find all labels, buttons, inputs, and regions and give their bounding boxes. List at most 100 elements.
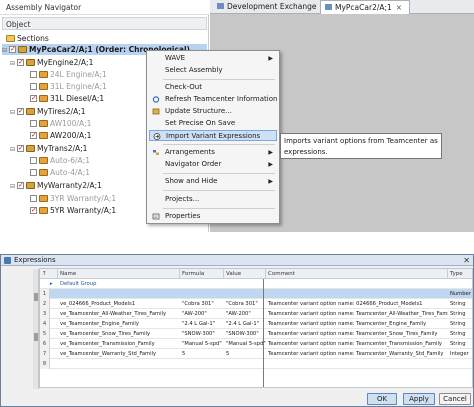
value-column-header[interactable]: Value [224, 269, 266, 279]
load-checkbox[interactable] [30, 130, 37, 141]
type-cell[interactable]: String [448, 319, 472, 329]
table-row[interactable]: 5 ve_Teamcenter_Snow_Tires_Family "SNOW-… [40, 329, 472, 339]
load-checkbox[interactable] [30, 71, 37, 78]
load-checkbox[interactable] [30, 157, 37, 164]
tree-item-31l-diesel[interactable]: 31L Diesel/A;1 [30, 93, 104, 104]
apply-button[interactable]: Apply [403, 393, 435, 405]
table-row[interactable]: 1 Number [40, 289, 472, 299]
menu-item-check-out[interactable]: Check-Out [149, 82, 277, 93]
dialog-title-bar[interactable]: Expressions ✕ [1, 255, 473, 266]
load-checkbox[interactable] [30, 195, 37, 202]
menu-item-navigator-order[interactable]: Navigator Order ▶ [149, 159, 277, 170]
formula-cell[interactable]: 5 [180, 349, 224, 359]
collapse-icon[interactable]: ⊟ [10, 58, 17, 69]
menu-item-properties[interactable]: Properties [149, 211, 277, 222]
collapse-icon[interactable]: ⊟ [10, 144, 17, 155]
comment-column-header[interactable]: Comment [266, 269, 448, 279]
formula-cell[interactable]: "2.4 L Gal-1" [180, 319, 224, 329]
comment-cell[interactable]: Teamcenter variant option name: 024666_P… [266, 299, 448, 309]
load-checkbox[interactable] [30, 83, 37, 90]
tree-item-warranty[interactable]: ⊟ MyWarranty2/A;1 [10, 180, 102, 191]
formula-cell[interactable]: "SNOW-300" [180, 329, 224, 339]
menu-item-show-and-hide[interactable]: Show and Hide ▶ [149, 176, 277, 187]
splitter-handle[interactable] [34, 293, 38, 301]
load-checkbox[interactable] [17, 57, 24, 68]
menu-item-set-precise-on-save[interactable]: Set Precise On Save [149, 118, 277, 129]
menu-item-import-variant-expressions[interactable]: Import Variant Expressions [149, 130, 277, 141]
load-checkbox[interactable] [30, 169, 37, 176]
name-cell[interactable] [58, 289, 180, 299]
type-cell[interactable]: String [448, 339, 472, 349]
tree-item-engine[interactable]: ⊟ MyEngine2/A;1 [10, 57, 93, 68]
type-cell[interactable] [448, 359, 472, 369]
table-row[interactable]: 2 ve_024666_Product_Models1 "Cobra 301" … [40, 299, 472, 309]
comment-cell[interactable]: Teamcenter variant option name: Teamcent… [266, 329, 448, 339]
tab-development-exchange[interactable]: Development Exchange [213, 0, 318, 14]
load-checkbox[interactable] [30, 120, 37, 127]
formula-cell[interactable]: "Cobra 301" [180, 299, 224, 309]
splitter-handle[interactable] [34, 333, 38, 341]
name-cell[interactable]: ve_Teamcenter_Snow_Tires_Family [58, 329, 180, 339]
name-cell[interactable]: ve_Teamcenter_All-Weather_Tires_Family [58, 309, 180, 319]
type-cell[interactable]: String [448, 329, 472, 339]
name-column-header[interactable]: Name [58, 269, 180, 279]
table-row[interactable]: 3 ve_Teamcenter_All-Weather_Tires_Family… [40, 309, 472, 319]
load-checkbox[interactable] [9, 44, 16, 55]
type-cell[interactable]: String [448, 299, 472, 309]
tree-item-auto-4[interactable]: Auto-4/A;1 [30, 167, 90, 178]
name-cell[interactable]: ve_Teamcenter_Warranty_Std_Family [58, 349, 180, 359]
table-row[interactable]: 8 [40, 359, 472, 369]
close-tab-icon[interactable]: × [396, 1, 402, 15]
tree-item-aw200[interactable]: AW200/A;1 [30, 130, 91, 141]
load-checkbox[interactable] [17, 106, 24, 117]
comment-cell[interactable]: Teamcenter variant option name: Teamcent… [266, 319, 448, 329]
table-row[interactable]: 4 ve_Teamcenter_Engine_Family "2.4 L Gal… [40, 319, 472, 329]
menu-item-update-structure[interactable]: Update Structure... [149, 106, 277, 117]
tree-item-3yr-warranty[interactable]: 3YR Warranty/A;1 [30, 193, 116, 204]
comment-cell[interactable]: Teamcenter variant option name: Teamcent… [266, 309, 448, 319]
ok-button[interactable]: OK [367, 393, 397, 405]
load-checkbox[interactable] [17, 143, 24, 154]
tree-item-auto-6[interactable]: Auto-6/A;1 [30, 155, 90, 166]
tree-item-trans[interactable]: ⊟ MyTrans2/A;1 [10, 143, 87, 154]
table-row[interactable]: 7 ve_Teamcenter_Warranty_Std_Family 5 5 … [40, 349, 472, 359]
comment-cell[interactable]: Teamcenter variant option name: Teamcent… [266, 339, 448, 349]
tree-item-24l-engine[interactable]: 24L Engine/A;1 [30, 69, 107, 80]
name-cell[interactable]: ve_024666_Product_Models1 [58, 299, 180, 309]
object-column-header[interactable]: Object [2, 17, 207, 30]
tree-item-aw100[interactable]: AW100/A;1 [30, 118, 91, 129]
expand-arrow-icon[interactable]: ▸ [48, 279, 58, 289]
name-cell[interactable]: ve_Teamcenter_Engine_Family [58, 319, 180, 329]
menu-item-wave[interactable]: WAVE ▶ [149, 53, 277, 64]
cancel-button[interactable]: Cancel [439, 393, 471, 405]
menu-item-arrangements[interactable]: Arrangements ▶ [149, 147, 277, 158]
menu-item-refresh-teamcenter[interactable]: Refresh Teamcenter Information [149, 94, 277, 105]
formula-column-header[interactable]: Formula [180, 269, 224, 279]
tree-item-sections[interactable]: Sections [6, 33, 49, 44]
type-column-header[interactable]: Type [448, 269, 472, 279]
formula-cell[interactable]: "AW-200" [180, 309, 224, 319]
table-row[interactable]: 6 ve_Teamcenter_Transmission_Family "Man… [40, 339, 472, 349]
tree-item-5yr-warranty[interactable]: 5YR Warranty/A;1 [30, 205, 116, 216]
tree-item-tires[interactable]: ⊟ MyTires2/A;1 [10, 106, 86, 117]
name-cell[interactable] [58, 359, 180, 369]
collapse-icon[interactable]: ⊟ [10, 107, 17, 118]
type-cell[interactable]: String [448, 309, 472, 319]
type-cell[interactable]: Integer [448, 349, 472, 359]
menu-item-select-assembly[interactable]: Select Assembly [149, 65, 277, 76]
column-resize-divider[interactable] [263, 279, 264, 387]
formula-cell[interactable] [180, 359, 224, 369]
menu-item-projects[interactable]: Projects... [149, 194, 277, 205]
name-cell[interactable]: ve_Teamcenter_Transmission_Family [58, 339, 180, 349]
collapse-icon[interactable]: ⊟ [10, 181, 17, 192]
type-cell[interactable]: Number [448, 289, 472, 299]
tab-mypcacar2[interactable]: MyPcaCar2/A;1 × [320, 0, 410, 14]
collapse-icon[interactable]: ⊟ [2, 45, 9, 56]
formula-cell[interactable] [180, 289, 224, 299]
comment-cell[interactable]: Teamcenter variant option name: Teamcent… [266, 349, 448, 359]
group-row[interactable]: ▸ Default Group [40, 279, 472, 289]
comment-cell[interactable] [266, 289, 448, 299]
comment-cell[interactable] [266, 359, 448, 369]
load-checkbox[interactable] [17, 180, 24, 191]
formula-cell[interactable]: "Manual 5-spd" [180, 339, 224, 349]
